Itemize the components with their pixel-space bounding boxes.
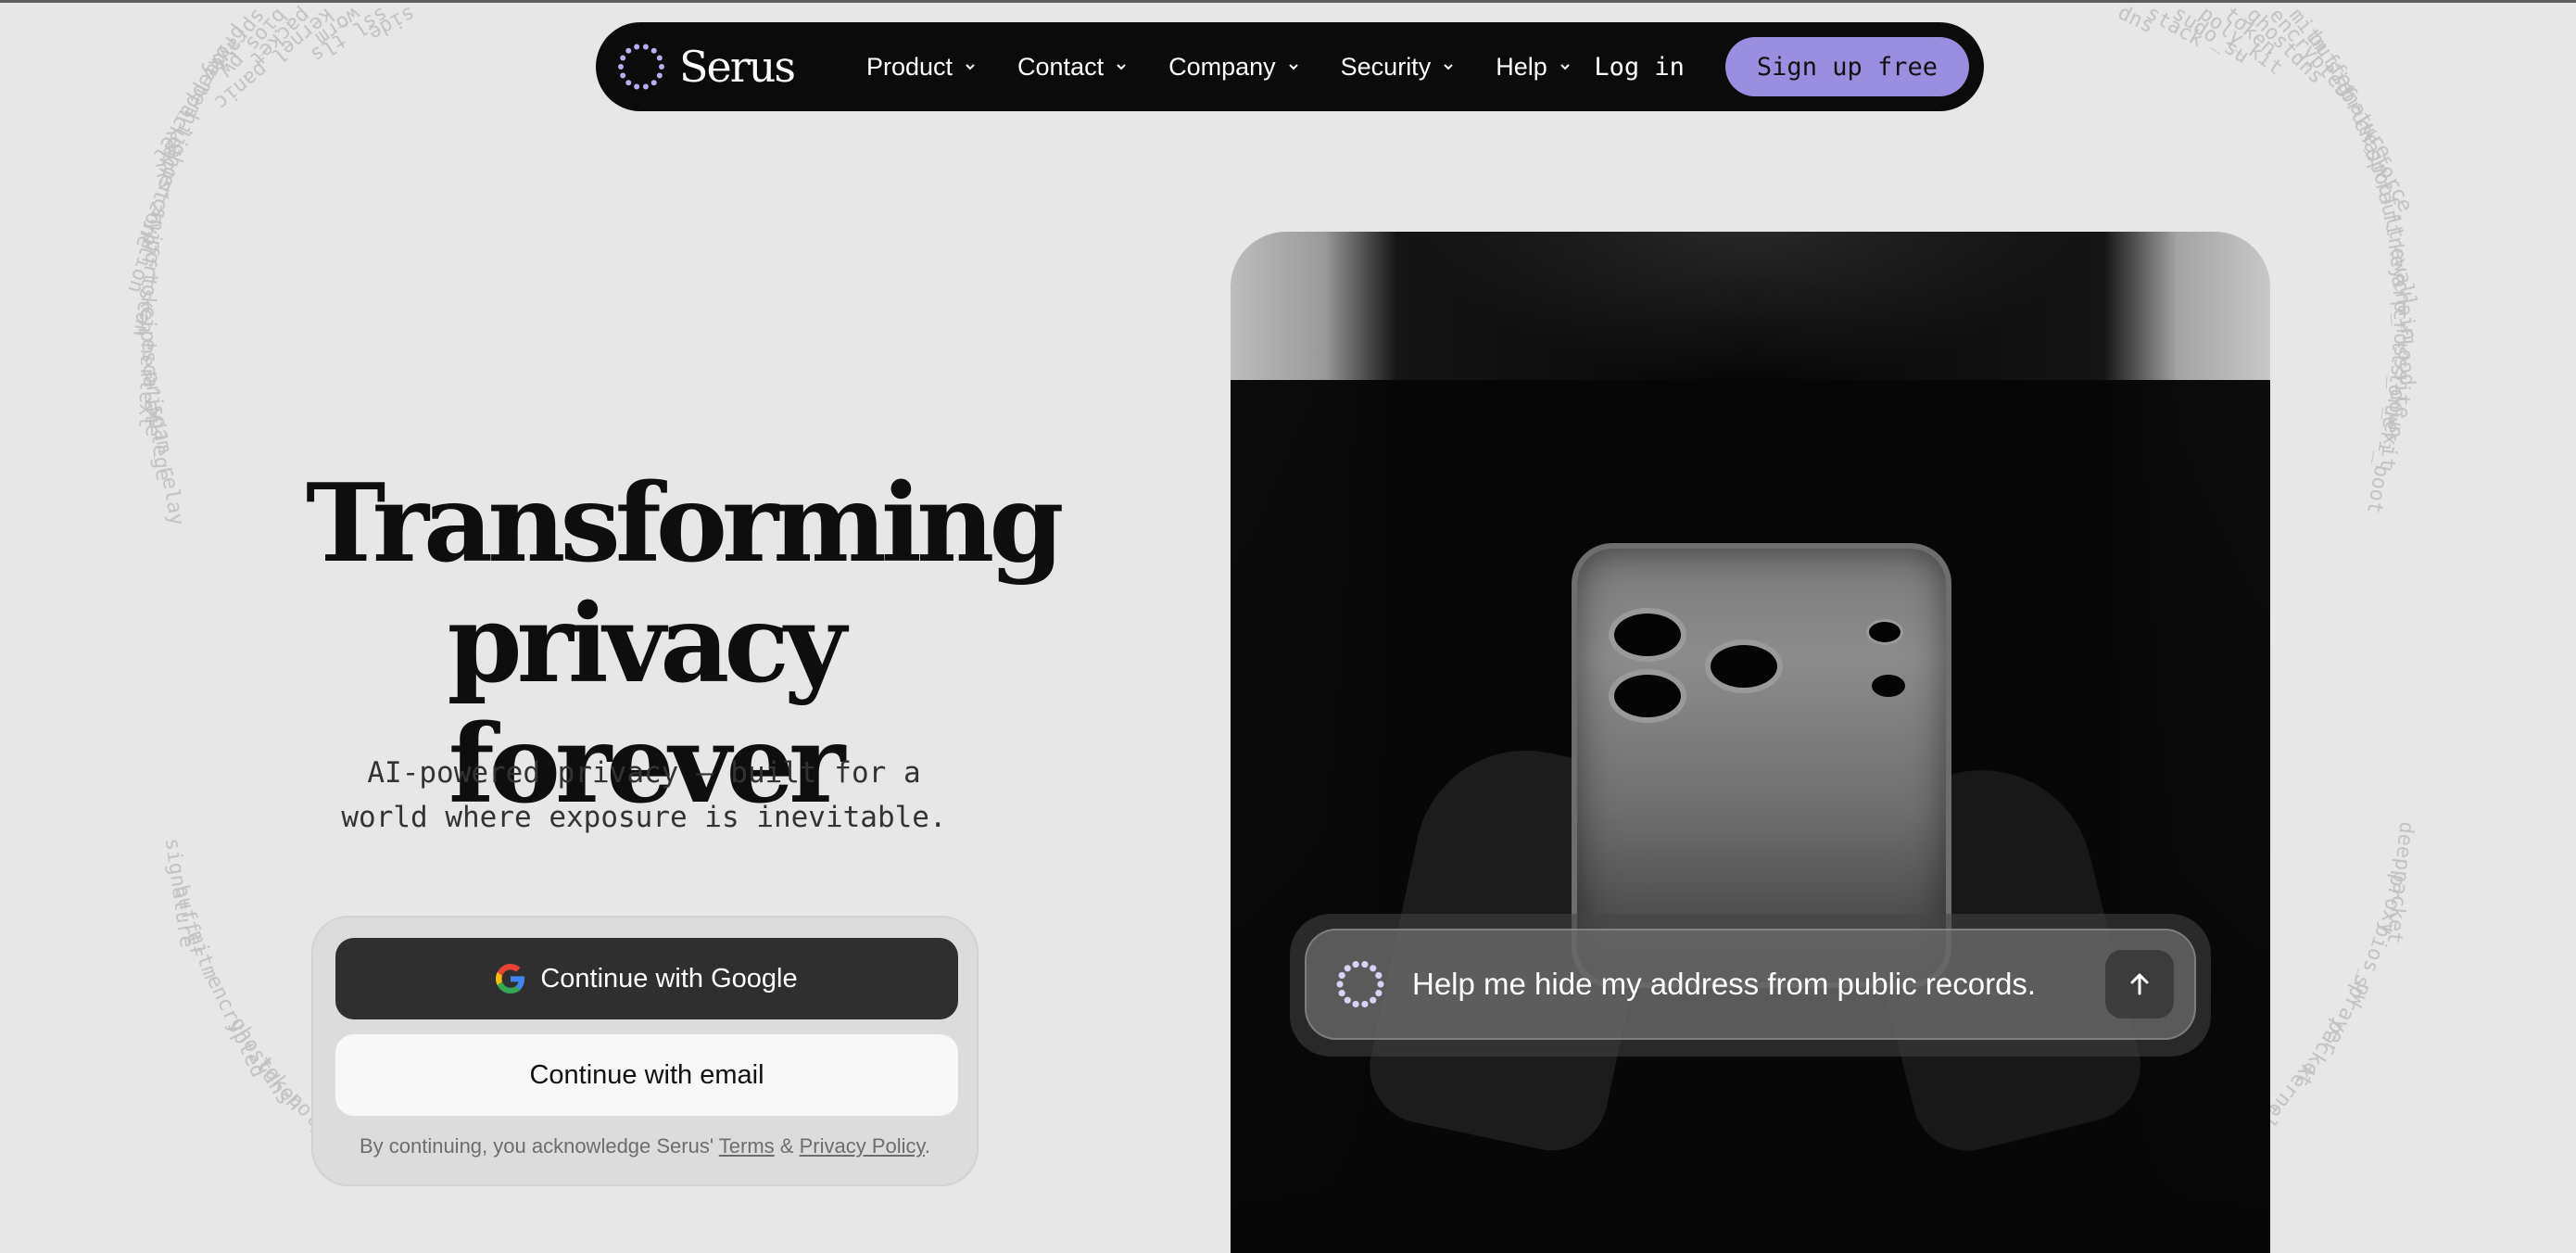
logo-dot (625, 80, 632, 86)
logo-dot (1344, 965, 1351, 972)
logo-dot (656, 72, 663, 79)
legal-suffix: . (924, 1134, 931, 1158)
logo-dot (1361, 960, 1369, 968)
nav-security-label: Security (1340, 52, 1432, 81)
logo-dot (642, 44, 649, 50)
chat-prompt-text: Help me hide my address from public reco… (1412, 967, 2037, 1001)
top-border (0, 0, 2576, 3)
chevron-down-icon (1444, 64, 1453, 70)
logo-dot (1375, 989, 1383, 997)
brand-name: Serus (679, 42, 796, 92)
chevron-down-icon (1117, 64, 1126, 70)
signup-button[interactable]: Sign up free (1724, 37, 1969, 96)
logo-dot (650, 80, 657, 86)
email-button-label: Continue with email (529, 1059, 764, 1090)
nav-company[interactable]: Company (1168, 53, 1300, 82)
logo-dot (1361, 1000, 1369, 1008)
sensor (1872, 675, 1905, 697)
auth-card: Continue with Google Continue with email… (311, 916, 979, 1186)
logo-dot (620, 55, 626, 61)
logo-dot (1370, 965, 1377, 972)
continue-with-google-button[interactable]: Continue with Google (335, 938, 958, 1019)
logo-dot (1377, 981, 1384, 988)
continue-with-email-button[interactable]: Continue with email (335, 1034, 958, 1116)
logo-dot (1336, 981, 1344, 988)
logo-dot (634, 44, 640, 50)
logo-dot (659, 64, 664, 70)
nav-product[interactable]: Product (866, 53, 977, 82)
camera-lens (1609, 669, 1686, 723)
logo-dot (1344, 996, 1351, 1004)
google-g-icon (496, 964, 525, 994)
chevron-down-icon (1288, 64, 1298, 70)
logo-dot (642, 83, 649, 90)
chat-prompt-bar[interactable]: Help me hide my address from public reco… (1305, 929, 2196, 1040)
logo-dot (656, 55, 663, 61)
hero-photo: Help me hide my address from public reco… (1231, 232, 2270, 1253)
nav-company-label: Company (1168, 52, 1276, 81)
dotted-circle-icon (1336, 960, 1384, 1008)
nav-contact[interactable]: Contact (1017, 53, 1128, 82)
privacy-policy-link[interactable]: Privacy Policy (800, 1134, 925, 1158)
dotted-circle-logo-icon (618, 44, 664, 90)
logo-dot (650, 47, 657, 54)
logo-dot (625, 47, 632, 54)
google-button-label: Continue with Google (540, 963, 798, 994)
logo-dot (1352, 1000, 1359, 1008)
flash (1866, 619, 1903, 645)
camera-lens (1705, 639, 1783, 693)
legal-notice: By continuing, you acknowledge Serus' Te… (335, 1134, 954, 1158)
logo-dot (1338, 989, 1345, 997)
logo-dot (1370, 996, 1377, 1004)
legal-amp: & (779, 1134, 794, 1158)
camera-lens (1609, 608, 1686, 662)
nav-links: Product Contact Company Security Help (866, 53, 1572, 82)
hero-subtitle: AI-powered privacy — built for a world w… (341, 756, 947, 834)
nav-actions: Log in Sign up free (1594, 37, 1969, 96)
nav-contact-label: Contact (1017, 52, 1105, 81)
top-navbar: Serus Product Contact Company Security H… (596, 22, 1984, 111)
legal-prefix: By continuing, you acknowledge Serus' (359, 1134, 714, 1158)
chevron-down-icon (1560, 64, 1570, 70)
logo-dot (1338, 971, 1345, 980)
logo-dot (620, 72, 626, 79)
logo-dot (634, 83, 640, 90)
nav-help-label: Help (1496, 52, 1547, 81)
logo-dot (618, 64, 624, 70)
nav-product-label: Product (865, 52, 953, 81)
chevron-down-icon (966, 64, 975, 70)
terms-link[interactable]: Terms (719, 1134, 775, 1158)
login-link[interactable]: Log in (1594, 53, 1685, 82)
nav-security[interactable]: Security (1341, 53, 1456, 82)
nav-help[interactable]: Help (1496, 53, 1572, 82)
logo-dot (1375, 971, 1383, 980)
brand-logo[interactable]: Serus (616, 42, 796, 92)
send-button[interactable] (2105, 950, 2174, 1019)
arrow-up-icon (2130, 973, 2149, 995)
logo-dot (1352, 960, 1359, 968)
